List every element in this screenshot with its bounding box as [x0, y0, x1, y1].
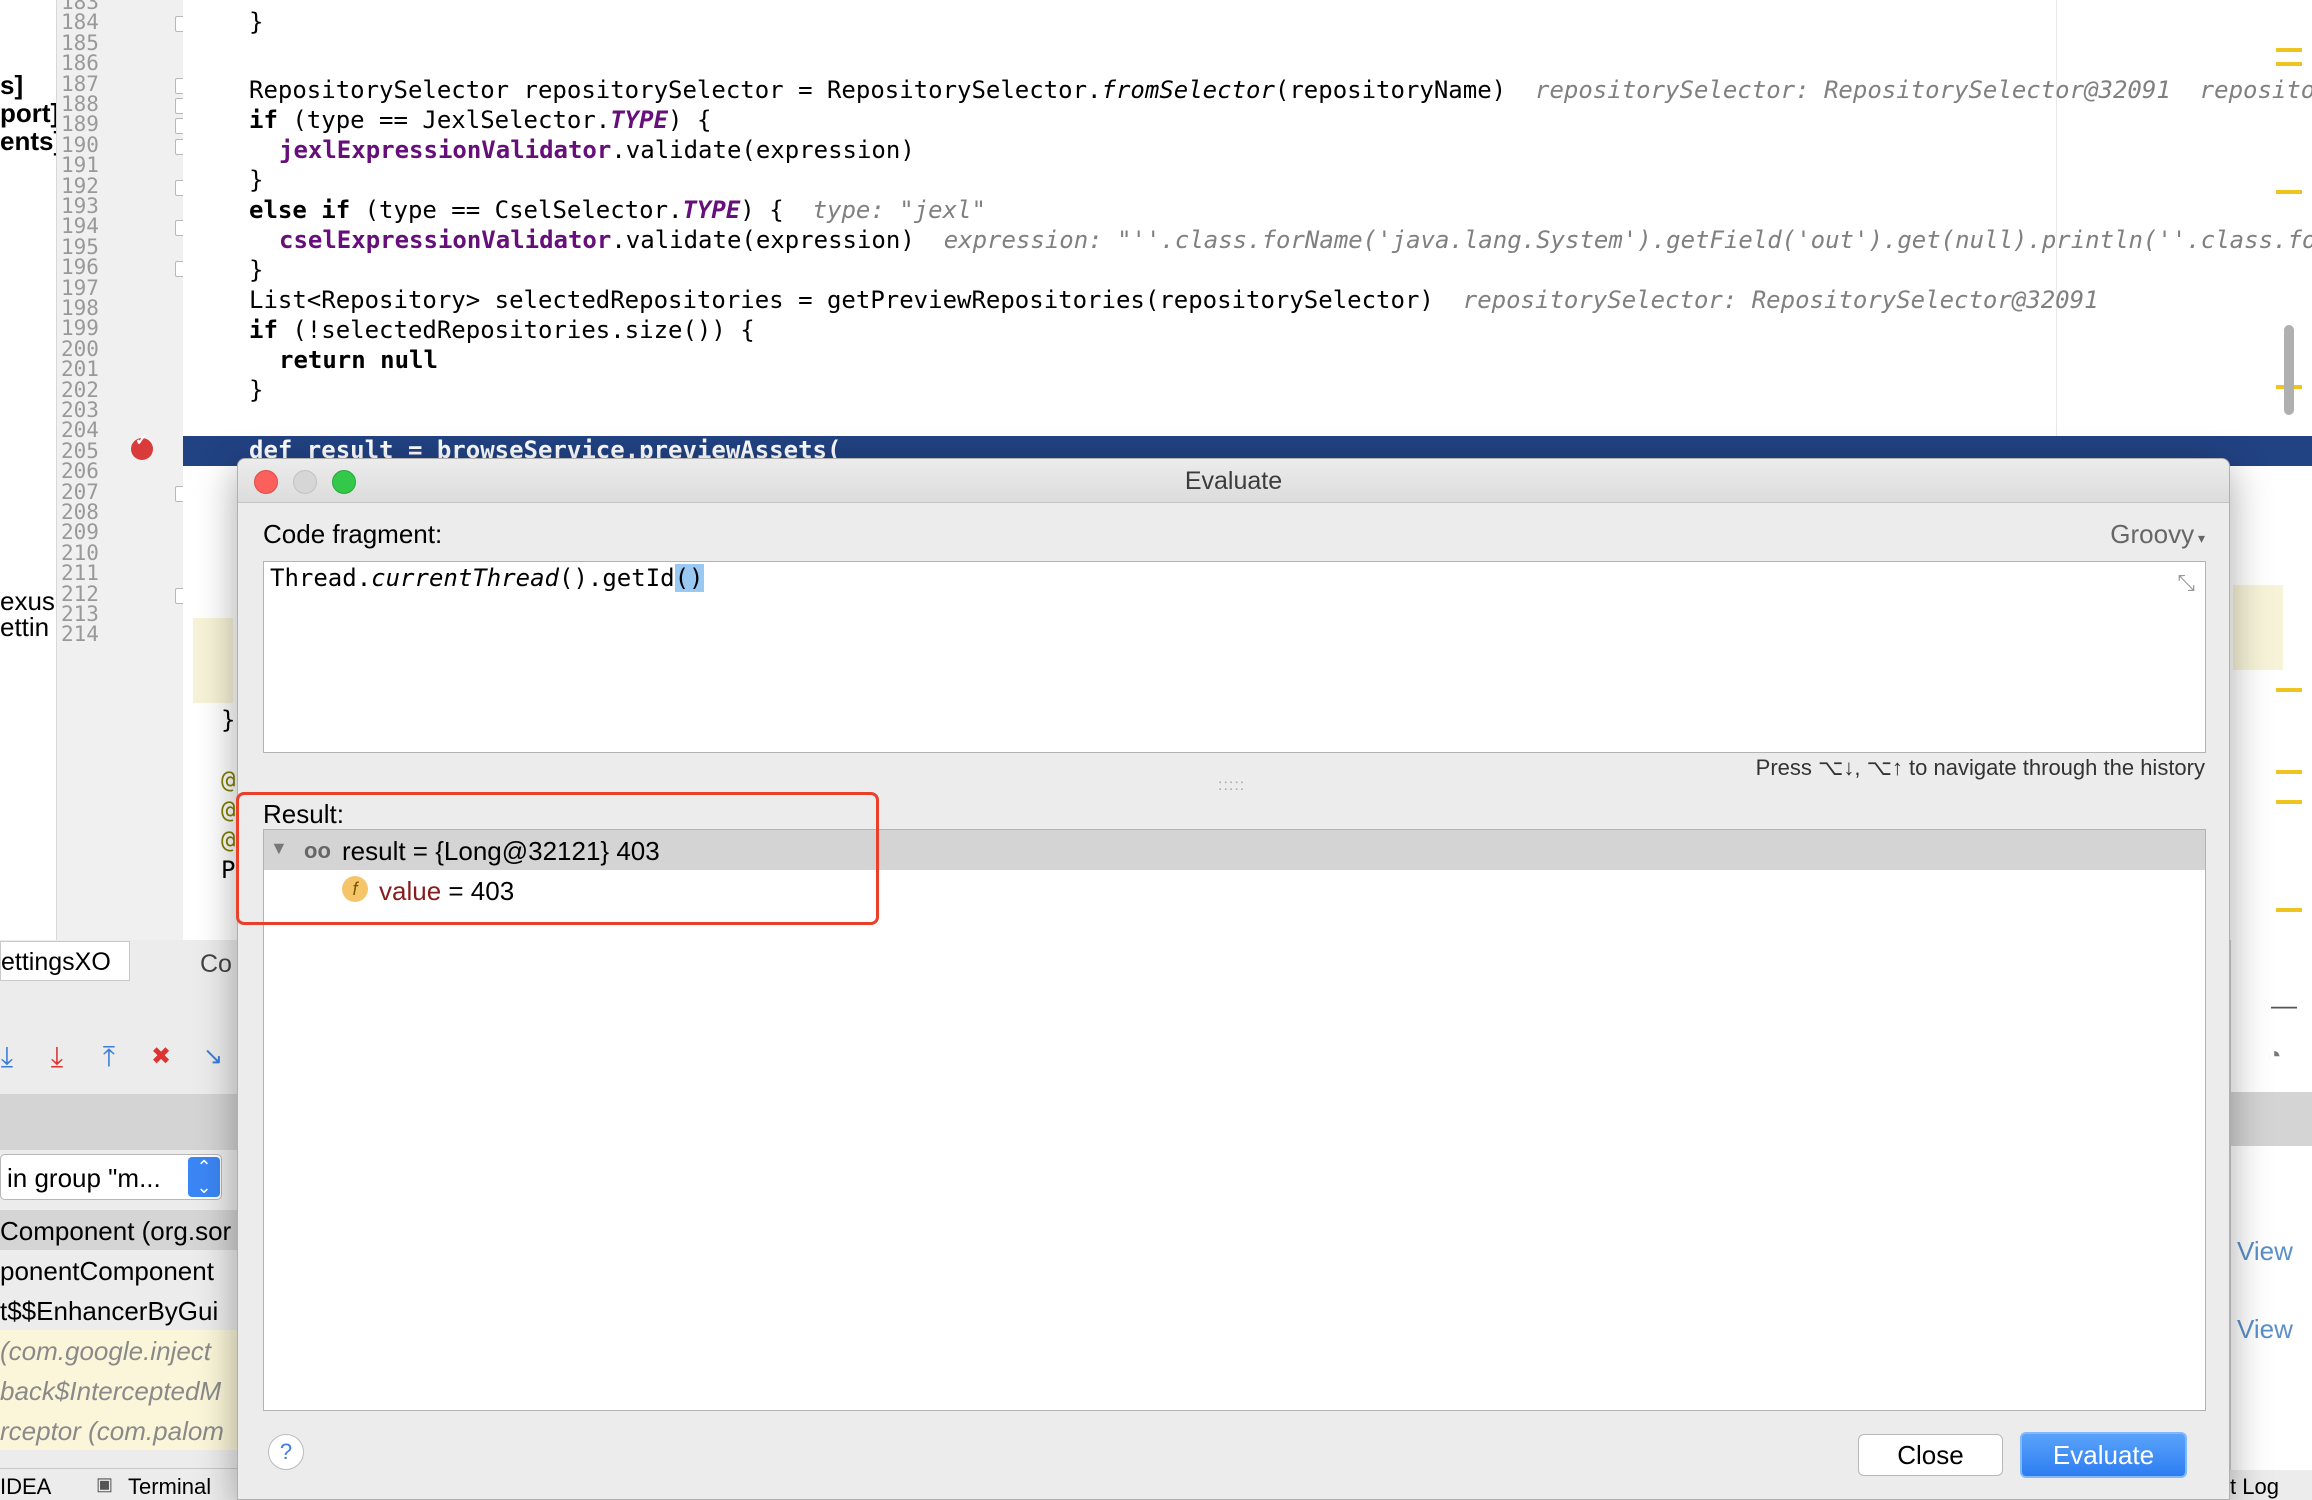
code-line-192: } — [249, 256, 264, 284]
stack-frame[interactable]: ponentComponent — [0, 1250, 240, 1290]
stack-frame[interactable]: Component (org.sor — [0, 1210, 240, 1250]
code-line-209: @ — [221, 766, 236, 794]
code-fragment-input[interactable]: Thread.currentThread().getId() ⤡ — [263, 561, 2206, 753]
step-out-icon[interactable]: ⤒ — [92, 1040, 126, 1074]
code-fragment-label: Code fragment: — [263, 519, 443, 549]
threads-header — [0, 1094, 240, 1150]
history-hint: Press ⌥↓, ⌥↑ to navigate through the his… — [1755, 755, 2205, 780]
code-line-195: return null — [279, 346, 438, 374]
code-line-187: if (type == JexlSelector.TYPE) { — [249, 106, 712, 134]
stripe-mark[interactable] — [2276, 62, 2302, 66]
code-line-190: else if (type == CselSelector.TYPE) { ty… — [249, 196, 986, 224]
breakpoint-check-icon: ✓ — [135, 432, 149, 449]
debug-toolbar: ⤓ ⤓ ⤒ ✖ ↘ — [0, 1040, 240, 1082]
editor-tab[interactable]: ettingsXO — [0, 941, 130, 981]
highlight-band — [193, 618, 233, 703]
status-idea[interactable]: IDEA — [0, 1474, 51, 1500]
project-fragment: s] — [0, 70, 24, 100]
code-line-207: } — [221, 706, 236, 734]
code-line-193: List<Repository> selectedRepositories = … — [249, 286, 2099, 314]
select-arrows-icon[interactable]: ⌃ ⌄ — [188, 1157, 220, 1197]
right-side-panel: — ◔ View View — [2230, 940, 2312, 1470]
close-button[interactable]: Close — [1858, 1434, 2003, 1476]
stripe-mark[interactable] — [2276, 908, 2302, 912]
evaluate-dialog: Evaluate Code fragment: Groovy ▾ Thread.… — [237, 458, 2230, 1500]
stack-frame[interactable]: (com.google.inject — [0, 1330, 240, 1370]
minimize-icon[interactable]: — — [2271, 990, 2297, 1021]
stripe-mark[interactable] — [2276, 190, 2302, 194]
step-over-icon[interactable]: ⤓ — [0, 1040, 24, 1074]
stack-frame[interactable]: t$$EnhancerByGui — [0, 1290, 240, 1330]
stack-frame[interactable]: back$InterceptedM — [0, 1370, 240, 1410]
left-project-strip: s] port] ents] exus. ettin — [0, 0, 62, 935]
code-line-194: if (!selectedRepositories.size()) { — [249, 316, 755, 344]
line-number: 214 — [61, 622, 99, 647]
status-terminal[interactable]: Terminal — [128, 1474, 211, 1500]
gauge-icon[interactable]: ◔ — [2267, 1042, 2282, 1070]
run-to-cursor-icon[interactable]: ↘ — [196, 1040, 230, 1074]
code-line-184: } — [249, 8, 264, 36]
splitter-handle[interactable]: ::::: — [1218, 777, 1245, 795]
help-button[interactable]: ? — [268, 1434, 304, 1470]
code-line-196: } — [249, 376, 264, 404]
drop-frame-icon[interactable]: ✖ — [144, 1040, 178, 1074]
result-highlight-box — [236, 792, 879, 925]
code-line-188: jexlExpressionValidator.validate(express… — [279, 136, 915, 164]
stripe-mark[interactable] — [2276, 800, 2302, 804]
project-fragment: port] — [0, 98, 60, 128]
stripe-mark[interactable] — [2276, 688, 2302, 692]
code-line-186: RepositorySelector repositorySelector = … — [249, 76, 2312, 104]
view-link[interactable]: View — [2237, 1236, 2293, 1267]
right-header-band — [2231, 1092, 2312, 1146]
language-label: Groovy — [2110, 519, 2195, 549]
stripe-mark[interactable] — [2276, 48, 2302, 52]
code-line-189: } — [249, 166, 264, 194]
dialog-title: Evaluate — [1184, 467, 1283, 495]
project-fragment: ents] — [0, 126, 63, 156]
debug-tab[interactable]: Co — [200, 950, 232, 979]
chevron-down-icon: ▾ — [2194, 530, 2205, 546]
error-stripe[interactable] — [2276, 0, 2312, 940]
terminal-icon: ▣ — [96, 1474, 114, 1494]
project-fragment: ettin — [0, 612, 50, 642]
code-line-211: @ — [221, 826, 236, 854]
status-event-log[interactable]: t Log — [2230, 1474, 2279, 1500]
dialog-titlebar[interactable]: Evaluate — [238, 459, 2229, 503]
code-line-210: @ — [221, 796, 236, 824]
stripe-mark[interactable] — [2276, 770, 2302, 774]
code-fragment-text[interactable]: Thread.currentThread().getId() — [270, 564, 704, 592]
evaluate-button[interactable]: Evaluate — [2020, 1432, 2187, 1478]
view-link[interactable]: View — [2237, 1314, 2293, 1345]
code-line-212: P — [221, 856, 236, 884]
scroll-thumb[interactable] — [2284, 325, 2294, 415]
stack-frame[interactable]: rceptor (com.palom — [0, 1410, 240, 1450]
collapse-icon[interactable]: ⤡ — [2177, 570, 2195, 596]
code-line-191: cselExpressionValidator.validate(express… — [279, 226, 2312, 254]
language-select[interactable]: Groovy ▾ — [2110, 519, 2205, 550]
step-into-icon[interactable]: ⤓ — [40, 1040, 74, 1074]
line-number-gutter[interactable]: 183 184 185 186 187 188 189 190 191 192 193 194 195 1… — [56, 0, 189, 940]
